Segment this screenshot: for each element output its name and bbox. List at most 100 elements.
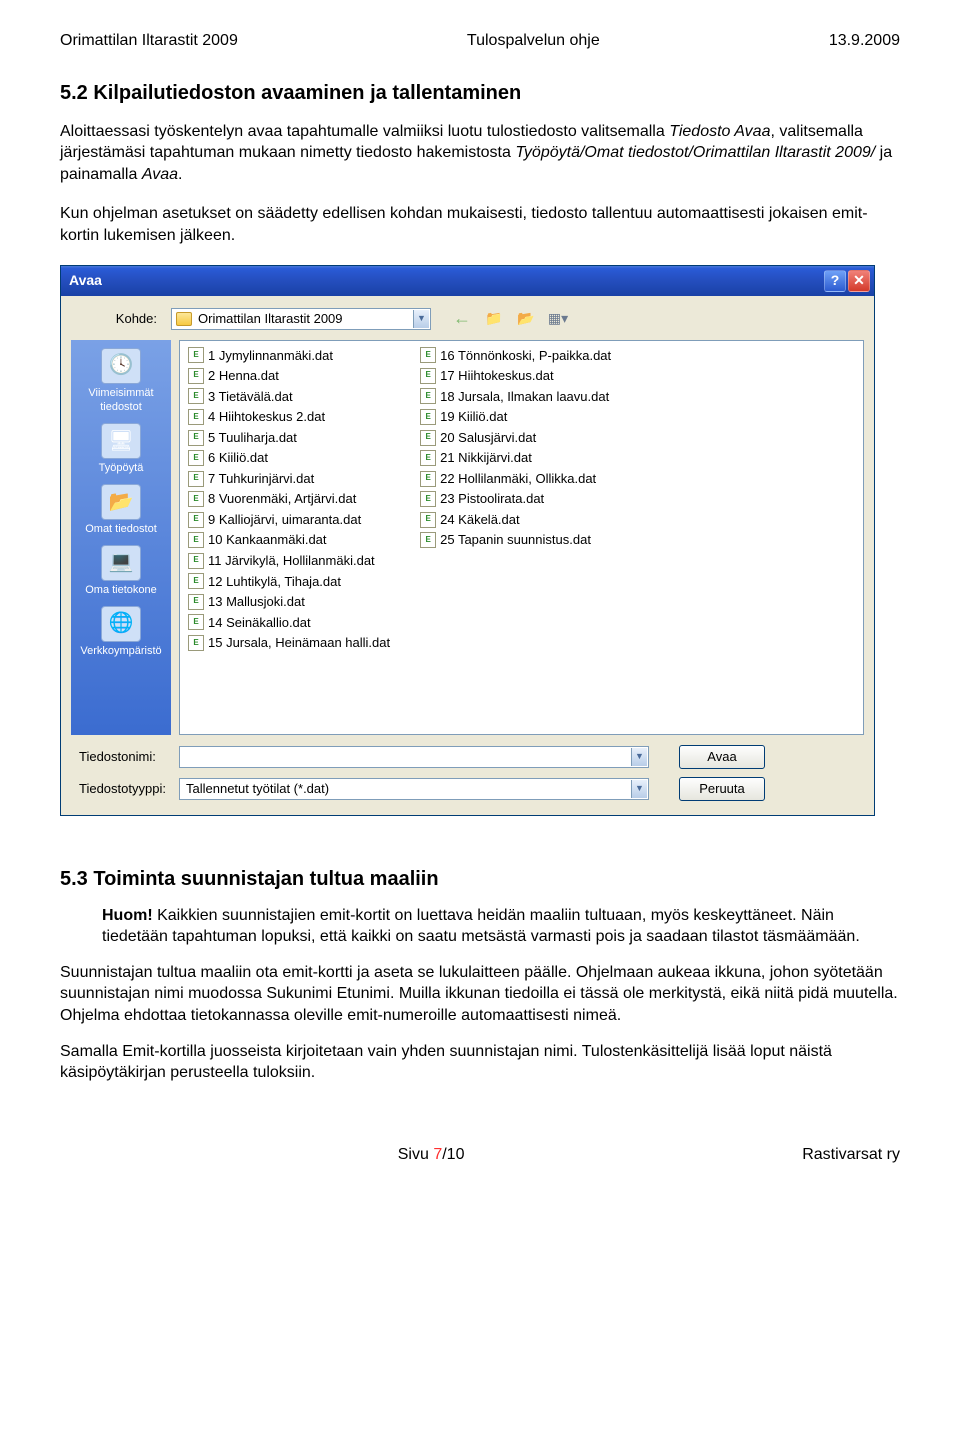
- close-button[interactable]: ✕: [848, 270, 870, 292]
- file-name: 11 Järvikylä, Hollilanmäki.dat: [208, 552, 375, 570]
- kohde-combobox[interactable]: Orimattilan Iltarastit 2009 ▼: [171, 308, 431, 330]
- help-button[interactable]: ?: [824, 270, 846, 292]
- huom-text: Kaikkien suunnistajien emit-kortit on lu…: [102, 907, 860, 946]
- file-icon: [420, 347, 436, 363]
- file-item[interactable]: 4 Hiihtokeskus 2.dat: [188, 408, 390, 426]
- file-item[interactable]: 9 Kalliojärvi, uimaranta.dat: [188, 511, 390, 529]
- places-item[interactable]: 📂Omat tiedostot: [85, 484, 157, 537]
- file-item[interactable]: 24 Käkelä.dat: [420, 511, 611, 529]
- open-button[interactable]: Avaa: [679, 745, 765, 769]
- chevron-down-icon[interactable]: ▼: [631, 780, 647, 798]
- file-icon: [188, 512, 204, 528]
- places-item[interactable]: 💻 Oma tietokone: [85, 545, 157, 598]
- kohde-label: Kohde:: [71, 310, 171, 328]
- huom-label: Huom!: [102, 907, 153, 924]
- filetype-value: Tallennetut työtilat (*.dat): [186, 780, 329, 798]
- filetype-combobox[interactable]: Tallennetut työtilat (*.dat) ▼: [179, 778, 649, 800]
- back-icon[interactable]: ←: [451, 308, 473, 330]
- places-item[interactable]: 🌐 Verkkoympäristö: [80, 606, 161, 659]
- view-menu-icon[interactable]: ▦▾: [547, 308, 569, 330]
- file-icon: [420, 491, 436, 507]
- file-icon: [188, 614, 204, 630]
- file-item[interactable]: 16 Tönnönkoski, P-paikka.dat: [420, 347, 611, 365]
- file-item[interactable]: 14 Seinäkallio.dat: [188, 614, 390, 632]
- page-header: Orimattilan Iltarastit 2009 Tulospalvelu…: [60, 30, 900, 52]
- file-item[interactable]: 11 Järvikylä, Hollilanmäki.dat: [188, 552, 390, 570]
- file-item[interactable]: 3 Tietävälä.dat: [188, 388, 390, 406]
- section-5-2-title: 5.2 Kilpailutiedoston avaaminen ja talle…: [60, 80, 900, 107]
- place-label: Työpöytä: [99, 461, 144, 476]
- file-item[interactable]: 22 Hollilanmäki, Ollikka.dat: [420, 470, 611, 488]
- file-name: 18 Jursala, Ilmakan laavu.dat: [440, 388, 609, 406]
- file-item[interactable]: 7 Tuhkurinjärvi.dat: [188, 470, 390, 488]
- file-name: 7 Tuhkurinjärvi.dat: [208, 470, 314, 488]
- header-center: Tulospalvelun ohje: [467, 30, 600, 52]
- file-icon: [420, 430, 436, 446]
- section-5-3-note: Huom! Kaikkien suunnistajien emit-kortit…: [102, 905, 900, 948]
- section-5-2-para-1: Aloittaessasi työskentelyn avaa tapahtum…: [60, 121, 900, 186]
- chevron-down-icon[interactable]: ▼: [413, 310, 429, 328]
- file-item[interactable]: 19 Kiiliö.dat: [420, 408, 611, 426]
- file-name: 1 Jymylinnanmäki.dat: [208, 347, 333, 365]
- file-name: 10 Kankaanmäki.dat: [208, 531, 327, 549]
- file-name: 9 Kalliojärvi, uimaranta.dat: [208, 511, 361, 529]
- file-icon: [188, 491, 204, 507]
- file-item[interactable]: 18 Jursala, Ilmakan laavu.dat: [420, 388, 611, 406]
- file-icon: [188, 553, 204, 569]
- file-item[interactable]: 12 Luhtikylä, Tihaja.dat: [188, 573, 390, 591]
- place-icon: 🕓: [101, 348, 141, 384]
- place-label: Verkkoympäristö: [80, 644, 161, 659]
- file-item[interactable]: 17 Hiihtokeskus.dat: [420, 367, 611, 385]
- text: Aloittaessasi työskentelyn avaa tapahtum…: [60, 123, 669, 140]
- filetype-label: Tiedostotyyppi:: [71, 780, 179, 798]
- cancel-button[interactable]: Peruuta: [679, 777, 765, 801]
- file-icon: [188, 347, 204, 363]
- file-icon: [188, 450, 204, 466]
- place-icon: 💻: [101, 545, 141, 581]
- file-item[interactable]: 15 Jursala, Heinämaan halli.dat: [188, 634, 390, 652]
- footer-right: Rastivarsat ry: [802, 1144, 900, 1166]
- file-name: 12 Luhtikylä, Tihaja.dat: [208, 573, 341, 591]
- file-icon: [188, 409, 204, 425]
- file-list[interactable]: 1 Jymylinnanmäki.dat 2 Henna.dat 3 Tietävä…: [179, 340, 864, 735]
- file-name: 16 Tönnönkoski, P-paikka.dat: [440, 347, 611, 365]
- file-item[interactable]: 6 Kiiliö.dat: [188, 449, 390, 467]
- page-footer: Sivu 7/10 Rastivarsat ry: [60, 1144, 900, 1166]
- file-item[interactable]: 20 Salusjärvi.dat: [420, 429, 611, 447]
- file-name: 22 Hollilanmäki, Ollikka.dat: [440, 470, 596, 488]
- file-item[interactable]: 2 Henna.dat: [188, 367, 390, 385]
- page-number: Sivu 7/10: [398, 1144, 465, 1166]
- file-icon: [188, 471, 204, 487]
- file-name: 2 Henna.dat: [208, 367, 279, 385]
- place-icon: 📂: [101, 484, 141, 520]
- kohde-value: Orimattilan Iltarastit 2009: [198, 310, 343, 328]
- file-item[interactable]: 23 Pistoolirata.dat: [420, 490, 611, 508]
- filename-input[interactable]: ▼: [179, 746, 649, 768]
- file-item[interactable]: 13 Mallusjoki.dat: [188, 593, 390, 611]
- folder-icon: [176, 312, 192, 326]
- header-left: Orimattilan Iltarastit 2009: [60, 30, 238, 52]
- place-label: Viimeisimmät tiedostot: [75, 386, 167, 416]
- section-5-3-para-1: Suunnistajan tultua maaliin ota emit-kor…: [60, 962, 900, 1027]
- file-item[interactable]: 10 Kankaanmäki.dat: [188, 531, 390, 549]
- file-item[interactable]: 8 Vuorenmäki, Artjärvi.dat: [188, 490, 390, 508]
- place-icon: 🌐: [101, 606, 141, 642]
- file-item[interactable]: 21 Nikkijärvi.dat: [420, 449, 611, 467]
- places-item[interactable]: 🖥Työpöytä: [99, 423, 144, 476]
- chevron-down-icon[interactable]: ▼: [631, 748, 647, 766]
- file-name: 4 Hiihtokeskus 2.dat: [208, 408, 325, 426]
- file-name: 25 Tapanin suunnistus.dat: [440, 531, 591, 549]
- file-item[interactable]: 1 Jymylinnanmäki.dat: [188, 347, 390, 365]
- new-folder-icon[interactable]: 📂: [515, 308, 537, 330]
- file-icon: [188, 532, 204, 548]
- place-label: Oma tietokone: [85, 583, 157, 598]
- file-icon: [420, 409, 436, 425]
- up-folder-icon[interactable]: 📁: [483, 308, 505, 330]
- places-item[interactable]: 🕓Viimeisimmät tiedostot: [75, 348, 167, 416]
- places-bar: 🕓Viimeisimmät tiedostot 🖥Työpöytä 📂Omat ti…: [71, 340, 171, 735]
- file-item[interactable]: 5 Tuuliharja.dat: [188, 429, 390, 447]
- text: /10: [442, 1146, 464, 1163]
- file-icon: [420, 388, 436, 404]
- file-item[interactable]: 25 Tapanin suunnistus.dat: [420, 531, 611, 549]
- section-5-2-para-2: Kun ohjelman asetukset on säädetty edell…: [60, 203, 900, 246]
